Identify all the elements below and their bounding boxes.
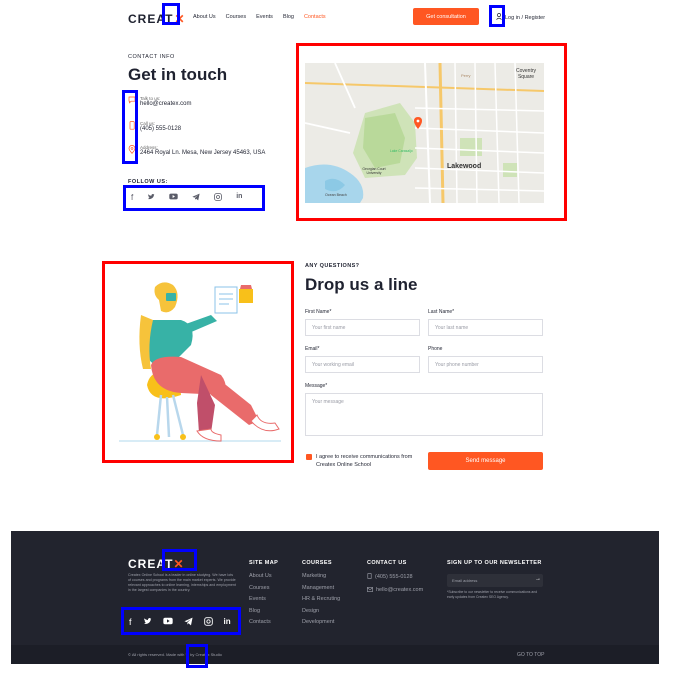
last-name-label: Last Name* [428, 309, 455, 315]
contact-phone-value[interactable]: (405) 555-0128 [140, 126, 181, 132]
contact-address-row: Address: 2464 Royal Ln. Mesa, New Jersey… [128, 145, 265, 156]
form-title: Drop us a line [305, 275, 418, 294]
contact-email-text: Talk to us: hello@createx.com [140, 96, 191, 107]
footer-email-text: hello@createx.com [376, 587, 424, 593]
contact-eyebrow: CONTACT INFO [128, 54, 175, 60]
mail-icon [367, 586, 374, 594]
sitemap-contacts[interactable]: Contacts [249, 619, 278, 625]
course-development[interactable]: Development [302, 619, 340, 625]
nav-item-courses[interactable]: Courses [226, 14, 246, 20]
sitemap-courses[interactable]: Courses [249, 585, 278, 591]
footer-email[interactable]: hello@createx.com [367, 586, 424, 594]
contact-address-text: Address: 2464 Royal Ln. Mesa, New Jersey… [140, 145, 265, 156]
sitemap-events[interactable]: Events [249, 596, 278, 602]
course-marketing[interactable]: Marketing [302, 573, 340, 579]
go-to-top-link[interactable]: GO TO TOP [517, 652, 544, 658]
nav-item-blog[interactable]: Blog [283, 14, 294, 20]
agree-checkbox[interactable] [306, 454, 312, 466]
highlight-box-footer-logo-mark [162, 549, 197, 571]
first-name-field[interactable]: Your first name [305, 319, 420, 336]
phone-label: Phone [428, 346, 443, 352]
highlight-box-map [296, 43, 567, 221]
highlight-box-logo-mark [162, 3, 180, 25]
highlight-box-user-icon [489, 5, 505, 27]
footer-description: Createx Online School is a leader in onl… [128, 573, 236, 592]
nav-item-events[interactable]: Events [256, 14, 273, 20]
main-nav: About Us Courses Events Blog Contacts [193, 14, 326, 20]
message-label: Message* [305, 383, 328, 389]
contact-address-value: 2464 Royal Ln. Mesa, New Jersey 45463, U… [140, 150, 266, 156]
footer-phone-text: (405) 555-0128 [375, 574, 413, 580]
form-eyebrow: ANY QUESTIONS? [305, 263, 360, 269]
highlight-box-contact-socials [123, 185, 265, 211]
get-consultation-button[interactable]: Get consultation [413, 8, 479, 25]
highlight-box-contact-icons [122, 90, 138, 164]
contact-phone-text: Call us: (405) 555-0128 [140, 121, 181, 132]
page: CREAT✕ About Us Courses Events Blog Cont… [11, 0, 659, 668]
course-design[interactable]: Design [302, 608, 340, 614]
email-field[interactable]: Your working email [305, 356, 420, 373]
site-header: CREAT✕ About Us Courses Events Blog Cont… [11, 0, 659, 36]
contact-title: Get in touch [128, 65, 228, 84]
email-label: Email* [305, 346, 320, 352]
nav-item-contacts[interactable]: Contacts [304, 14, 326, 20]
last-name-field[interactable]: Your last name [428, 319, 543, 336]
nav-item-about[interactable]: About Us [193, 14, 216, 20]
contact-us-title: CONTACT US [367, 560, 407, 566]
course-management[interactable]: Management [302, 585, 340, 591]
login-label: Log in / Register [505, 14, 546, 21]
phone-field[interactable]: Your phone number [428, 356, 543, 373]
arrow-right-icon[interactable]: → [535, 576, 541, 582]
contact-email-value[interactable]: hello@createx.com [140, 101, 191, 107]
phone-icon [367, 573, 372, 581]
footer-sitemap: SITE MAP About Us Courses Events Blog Co… [249, 560, 278, 631]
newsletter-note: *Subscribe to our newsletter to receive … [447, 590, 538, 599]
footer-bottom-bar: © All rights reserved. Made with ♡ by Cr… [11, 645, 659, 664]
first-name-label: First Name* [305, 309, 332, 315]
newsletter-email-input[interactable]: Email address [447, 574, 543, 587]
courses-title: COURSES [302, 560, 332, 566]
send-message-button[interactable]: Send message [428, 452, 543, 470]
sitemap-blog[interactable]: Blog [249, 608, 278, 614]
message-field[interactable]: Your message [305, 393, 543, 436]
footer-contact: CONTACT US (405) 555-0128 hello@createx.… [367, 560, 423, 599]
footer-phone[interactable]: (405) 555-0128 [367, 573, 423, 581]
check-icon [306, 462, 312, 466]
footer-courses: COURSES Marketing Management HR & Recrut… [302, 560, 340, 631]
site-footer: CREAT✕ Createx Online School is a leader… [11, 531, 659, 664]
course-hr[interactable]: HR & Recruting [302, 596, 340, 602]
highlight-box-heart-icon [186, 644, 208, 668]
highlight-box-illustration [102, 261, 294, 463]
newsletter-title: SIGN UP TO OUR NEWSLETTER [447, 560, 542, 566]
sitemap-title: SITE MAP [249, 560, 279, 566]
footer-newsletter: SIGN UP TO OUR NEWSLETTER [447, 560, 542, 573]
highlight-box-footer-socials [121, 607, 241, 635]
agree-text: I agree to receive communications from C… [316, 454, 413, 468]
sitemap-about[interactable]: About Us [249, 573, 278, 579]
